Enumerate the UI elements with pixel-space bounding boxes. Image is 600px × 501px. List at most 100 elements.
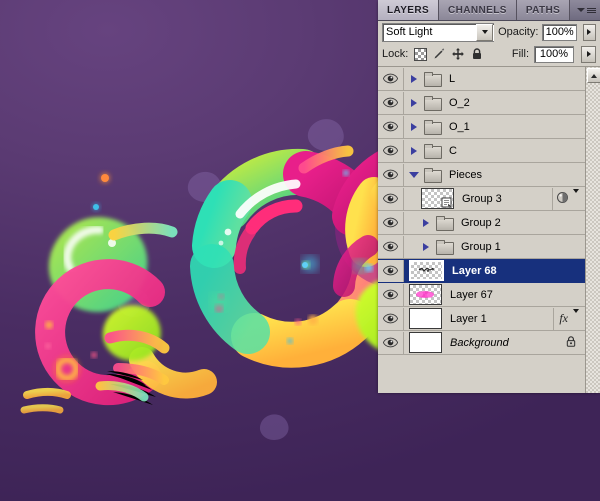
layer-name[interactable]: C bbox=[449, 145, 457, 157]
layer-name[interactable]: Group 2 bbox=[461, 217, 501, 229]
layer-row-body[interactable]: Group 2 bbox=[404, 211, 585, 234]
layer-row[interactable]: O_1 bbox=[378, 115, 585, 139]
layer-row-body[interactable]: Layer 67 bbox=[404, 283, 585, 306]
layer-name[interactable]: Group 1 bbox=[461, 241, 501, 253]
layer-list-scrollbar[interactable] bbox=[585, 67, 600, 393]
lock-transparent-pixels-icon[interactable] bbox=[413, 47, 427, 61]
layer-thumbnail[interactable] bbox=[409, 308, 442, 329]
layer-effects-fx-icon[interactable]: fx bbox=[557, 311, 570, 326]
tab-layers[interactable]: LAYERS bbox=[378, 0, 440, 20]
layer-list[interactable]: L O_2 O_1 C Pieces Group 3 Group 2 Group 1 Layer… bbox=[378, 67, 585, 393]
layer-visibility-toggle[interactable] bbox=[378, 283, 404, 306]
layer-row[interactable]: Layer 68 bbox=[378, 259, 585, 283]
layer-row-body[interactable]: Layer 68 bbox=[404, 259, 585, 282]
layer-row[interactable]: C bbox=[378, 139, 585, 163]
disclosure-right-icon[interactable] bbox=[406, 98, 422, 107]
layer-visibility-toggle[interactable] bbox=[378, 67, 404, 90]
visibility-eye-icon bbox=[383, 145, 398, 156]
layer-visibility-toggle[interactable] bbox=[378, 163, 404, 186]
layer-row-body[interactable]: Group 1 bbox=[404, 235, 585, 258]
blend-mode-select[interactable]: Soft Light bbox=[382, 22, 495, 42]
expand-effects-chevron-icon[interactable] bbox=[570, 308, 583, 325]
layer-visibility-toggle[interactable] bbox=[378, 139, 404, 162]
layer-name[interactable]: Background bbox=[450, 337, 509, 349]
disclosure-right-icon[interactable] bbox=[406, 146, 422, 155]
panel-menu-icon[interactable] bbox=[576, 4, 596, 16]
opacity-stepper-icon[interactable] bbox=[582, 23, 596, 41]
layer-row[interactable]: Pieces bbox=[378, 163, 585, 187]
disclosure-right-icon[interactable] bbox=[406, 122, 422, 131]
layer-name[interactable]: Layer 67 bbox=[450, 289, 493, 301]
layer-row-body[interactable]: Pieces bbox=[404, 163, 585, 186]
layer-name[interactable]: L bbox=[449, 73, 455, 85]
locked-layer-icon bbox=[566, 335, 576, 347]
layer-visibility-toggle[interactable] bbox=[378, 187, 404, 210]
layer-name[interactable]: O_1 bbox=[449, 121, 470, 133]
layer-row-indicators bbox=[549, 187, 585, 210]
layer-row[interactable]: Group 3 bbox=[378, 187, 585, 211]
layer-thumbnail[interactable] bbox=[409, 260, 444, 281]
visibility-eye-icon bbox=[383, 241, 398, 252]
tab-paths[interactable]: PATHS bbox=[516, 0, 571, 20]
divider bbox=[553, 307, 555, 330]
layer-list-container[interactable]: L O_2 O_1 C Pieces Group 3 Group 2 Group 1 Layer… bbox=[378, 66, 600, 393]
layer-row[interactable]: Background bbox=[378, 331, 585, 355]
lock-all-icon[interactable] bbox=[470, 47, 484, 61]
thumbnail-art bbox=[416, 291, 434, 298]
lock-image-pixels-icon[interactable] bbox=[432, 47, 446, 61]
layer-visibility-toggle[interactable] bbox=[378, 211, 404, 234]
layer-row-body[interactable]: Group 3 bbox=[404, 187, 585, 210]
tab-layers-label: LAYERS bbox=[387, 4, 430, 16]
divider bbox=[552, 187, 553, 210]
layer-row[interactable]: Group 1 bbox=[378, 235, 585, 259]
layer-visibility-toggle[interactable] bbox=[378, 115, 404, 138]
disclosure-right-icon[interactable] bbox=[406, 74, 422, 83]
expand-style-chevron-icon[interactable] bbox=[569, 188, 583, 205]
thumbnail-art bbox=[418, 267, 434, 272]
lock-position-icon[interactable] bbox=[451, 47, 465, 61]
tab-channels[interactable]: CHANNELS bbox=[439, 0, 517, 20]
layer-name[interactable]: O_2 bbox=[449, 97, 470, 109]
layer-visibility-toggle[interactable] bbox=[378, 259, 404, 282]
layer-visibility-toggle[interactable] bbox=[378, 331, 404, 354]
screenshot-root: LAYERS CHANNELS PATHS Soft Light Opacity… bbox=[0, 0, 600, 501]
layer-visibility-toggle[interactable] bbox=[378, 307, 404, 330]
visibility-eye-icon bbox=[383, 169, 398, 180]
layer-row[interactable]: L bbox=[378, 67, 585, 91]
layer-thumbnail[interactable] bbox=[409, 284, 442, 305]
layer-visibility-toggle[interactable] bbox=[378, 235, 404, 258]
layer-row-body[interactable]: C bbox=[404, 139, 585, 162]
layer-style-icon[interactable] bbox=[556, 191, 569, 207]
layer-row[interactable]: Group 2 bbox=[378, 211, 585, 235]
layer-thumbnail[interactable] bbox=[409, 332, 442, 353]
layer-row[interactable]: O_2 bbox=[378, 91, 585, 115]
layer-visibility-toggle[interactable] bbox=[378, 91, 404, 114]
fill-input[interactable]: 100% bbox=[534, 45, 574, 63]
disclosure-down-icon[interactable] bbox=[406, 171, 422, 178]
scroll-up-icon[interactable] bbox=[587, 68, 600, 83]
layers-panel[interactable]: LAYERS CHANNELS PATHS Soft Light Opacity… bbox=[378, 0, 600, 393]
fill-stepper-icon[interactable] bbox=[581, 45, 596, 63]
visibility-eye-icon bbox=[383, 265, 398, 276]
blend-mode-row[interactable]: Soft Light Opacity: 100% bbox=[378, 21, 600, 43]
tab-channels-label: CHANNELS bbox=[448, 4, 507, 16]
layer-name[interactable]: Pieces bbox=[449, 169, 482, 181]
layer-row-body[interactable]: O_1 bbox=[404, 115, 585, 138]
disclosure-right-icon[interactable] bbox=[418, 242, 434, 251]
layer-row-body[interactable]: Layer 1 fx bbox=[404, 307, 585, 330]
layer-row-body[interactable]: O_2 bbox=[404, 91, 585, 114]
layer-row-body[interactable]: L bbox=[404, 67, 585, 90]
lock-row[interactable]: Lock: Fill: 100% bbox=[378, 43, 600, 65]
layer-thumbnail[interactable] bbox=[421, 188, 454, 209]
layer-name[interactable]: Layer 68 bbox=[452, 265, 497, 277]
blend-mode-dropdown-icon[interactable] bbox=[476, 23, 494, 41]
layer-row[interactable]: Layer 67 bbox=[378, 283, 585, 307]
visibility-eye-icon bbox=[383, 121, 398, 132]
panel-tab-bar[interactable]: LAYERS CHANNELS PATHS bbox=[378, 0, 600, 21]
layer-row[interactable]: Layer 1 fx bbox=[378, 307, 585, 331]
layer-name[interactable]: Group 3 bbox=[462, 193, 502, 205]
layer-name[interactable]: Layer 1 bbox=[450, 313, 487, 325]
layer-row-body[interactable]: Background bbox=[404, 331, 585, 354]
disclosure-right-icon[interactable] bbox=[418, 218, 434, 227]
opacity-input[interactable]: 100% bbox=[542, 23, 577, 41]
